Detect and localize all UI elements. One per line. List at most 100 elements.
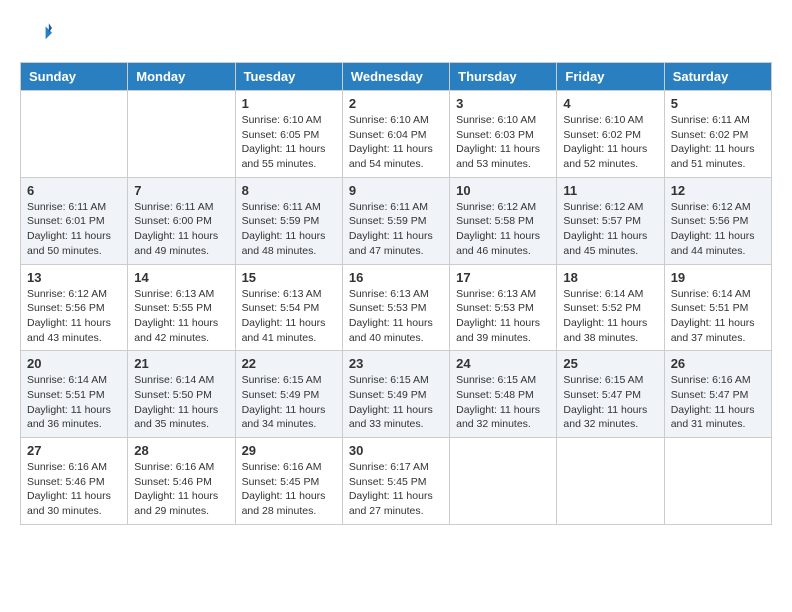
calendar-week-2: 6 Sunrise: 6:11 AMSunset: 6:01 PMDaylight… — [21, 177, 772, 264]
calendar-week-4: 20 Sunrise: 6:14 AMSunset: 5:51 PMDayligh… — [21, 351, 772, 438]
day-info: Sunrise: 6:11 AMSunset: 6:00 PMDaylight:… — [134, 200, 228, 259]
calendar-cell: 6 Sunrise: 6:11 AMSunset: 6:01 PMDaylight… — [21, 177, 128, 264]
day-number: 20 — [27, 356, 121, 371]
day-number: 5 — [671, 96, 765, 111]
day-info: Sunrise: 6:14 AMSunset: 5:51 PMDaylight:… — [671, 287, 765, 346]
day-number: 16 — [349, 270, 443, 285]
calendar-cell: 28 Sunrise: 6:16 AMSunset: 5:46 PMDayligh… — [128, 438, 235, 525]
calendar-cell: 11 Sunrise: 6:12 AMSunset: 5:57 PMDayligh… — [557, 177, 664, 264]
day-info: Sunrise: 6:15 AMSunset: 5:49 PMDaylight:… — [242, 373, 336, 432]
day-info: Sunrise: 6:11 AMSunset: 6:02 PMDaylight:… — [671, 113, 765, 172]
day-number: 2 — [349, 96, 443, 111]
calendar-cell: 21Sunrise: 6:14 AMSunset: 5:50 PMDayligh… — [128, 351, 235, 438]
day-info: Sunrise: 6:12 AMSunset: 5:56 PMDaylight:… — [671, 200, 765, 259]
day-info: Sunrise: 6:17 AMSunset: 5:45 PMDaylight:… — [349, 460, 443, 519]
day-number: 25 — [563, 356, 657, 371]
calendar-cell: 26 Sunrise: 6:16 AMSunset: 5:47 PMDayligh… — [664, 351, 771, 438]
day-info: Sunrise: 6:16 AMSunset: 5:46 PMDaylight:… — [134, 460, 228, 519]
day-number: 11 — [563, 183, 657, 198]
day-number: 30 — [349, 443, 443, 458]
weekday-header-wednesday: Wednesday — [342, 63, 449, 91]
calendar-cell: 25 Sunrise: 6:15 AMSunset: 5:47 PMDayligh… — [557, 351, 664, 438]
calendar-cell: 19 Sunrise: 6:14 AMSunset: 5:51 PMDayligh… — [664, 264, 771, 351]
calendar-cell: 29 Sunrise: 6:16 AMSunset: 5:45 PMDayligh… — [235, 438, 342, 525]
calendar-cell: 22Sunrise: 6:15 AMSunset: 5:49 PMDayligh… — [235, 351, 342, 438]
day-number: 26 — [671, 356, 765, 371]
calendar-cell: 30 Sunrise: 6:17 AMSunset: 5:45 PMDayligh… — [342, 438, 449, 525]
day-number: 18 — [563, 270, 657, 285]
calendar-week-1: 1 Sunrise: 6:10 AMSunset: 6:05 PMDaylight… — [21, 91, 772, 178]
day-number: 28 — [134, 443, 228, 458]
day-number: 10 — [456, 183, 550, 198]
page-header — [20, 20, 772, 52]
calendar-cell — [21, 91, 128, 178]
day-info: Sunrise: 6:12 AMSunset: 5:58 PMDaylight:… — [456, 200, 550, 259]
weekday-header-saturday: Saturday — [664, 63, 771, 91]
calendar-cell: 14 Sunrise: 6:13 AMSunset: 5:55 PMDayligh… — [128, 264, 235, 351]
calendar-table: SundayMondayTuesdayWednesdayThursdayFrid… — [20, 62, 772, 525]
calendar-cell: 8 Sunrise: 6:11 AMSunset: 5:59 PMDaylight… — [235, 177, 342, 264]
day-number: 13 — [27, 270, 121, 285]
day-info: Sunrise: 6:15 AMSunset: 5:48 PMDaylight:… — [456, 373, 550, 432]
day-info: Sunrise: 6:13 AMSunset: 5:53 PMDaylight:… — [456, 287, 550, 346]
calendar-cell: 4 Sunrise: 6:10 AMSunset: 6:02 PMDaylight… — [557, 91, 664, 178]
day-info: Sunrise: 6:12 AMSunset: 5:56 PMDaylight:… — [27, 287, 121, 346]
calendar-cell — [128, 91, 235, 178]
day-number: 14 — [134, 270, 228, 285]
calendar-cell: 16 Sunrise: 6:13 AMSunset: 5:53 PMDayligh… — [342, 264, 449, 351]
day-info: Sunrise: 6:13 AMSunset: 5:53 PMDaylight:… — [349, 287, 443, 346]
day-info: Sunrise: 6:15 AMSunset: 5:49 PMDaylight:… — [349, 373, 443, 432]
day-info: Sunrise: 6:14 AMSunset: 5:52 PMDaylight:… — [563, 287, 657, 346]
day-number: 9 — [349, 183, 443, 198]
day-number: 12 — [671, 183, 765, 198]
logo-icon — [20, 20, 52, 52]
calendar-cell: 17Sunrise: 6:13 AMSunset: 5:53 PMDayligh… — [450, 264, 557, 351]
day-number: 23 — [349, 356, 443, 371]
calendar-cell: 12 Sunrise: 6:12 AMSunset: 5:56 PMDayligh… — [664, 177, 771, 264]
day-number: 27 — [27, 443, 121, 458]
day-info: Sunrise: 6:12 AMSunset: 5:57 PMDaylight:… — [563, 200, 657, 259]
calendar-cell: 7 Sunrise: 6:11 AMSunset: 6:00 PMDaylight… — [128, 177, 235, 264]
day-info: Sunrise: 6:13 AMSunset: 5:54 PMDaylight:… — [242, 287, 336, 346]
calendar-cell: 1 Sunrise: 6:10 AMSunset: 6:05 PMDaylight… — [235, 91, 342, 178]
calendar-cell: 27 Sunrise: 6:16 AMSunset: 5:46 PMDayligh… — [21, 438, 128, 525]
calendar-cell: 13 Sunrise: 6:12 AMSunset: 5:56 PMDayligh… — [21, 264, 128, 351]
calendar-cell: 24Sunrise: 6:15 AMSunset: 5:48 PMDayligh… — [450, 351, 557, 438]
day-info: Sunrise: 6:16 AMSunset: 5:45 PMDaylight:… — [242, 460, 336, 519]
day-number: 8 — [242, 183, 336, 198]
calendar-cell: 15 Sunrise: 6:13 AMSunset: 5:54 PMDayligh… — [235, 264, 342, 351]
day-info: Sunrise: 6:10 AMSunset: 6:03 PMDaylight:… — [456, 113, 550, 172]
calendar-cell — [557, 438, 664, 525]
day-number: 19 — [671, 270, 765, 285]
weekday-header-sunday: Sunday — [21, 63, 128, 91]
calendar-cell: 20 Sunrise: 6:14 AMSunset: 5:51 PMDayligh… — [21, 351, 128, 438]
day-info: Sunrise: 6:10 AMSunset: 6:04 PMDaylight:… — [349, 113, 443, 172]
calendar-cell: 2 Sunrise: 6:10 AMSunset: 6:04 PMDaylight… — [342, 91, 449, 178]
day-info: Sunrise: 6:10 AMSunset: 6:02 PMDaylight:… — [563, 113, 657, 172]
day-info: Sunrise: 6:15 AMSunset: 5:47 PMDaylight:… — [563, 373, 657, 432]
day-info: Sunrise: 6:16 AMSunset: 5:46 PMDaylight:… — [27, 460, 121, 519]
day-number: 1 — [242, 96, 336, 111]
calendar-week-5: 27 Sunrise: 6:16 AMSunset: 5:46 PMDayligh… — [21, 438, 772, 525]
day-info: Sunrise: 6:11 AMSunset: 5:59 PMDaylight:… — [349, 200, 443, 259]
calendar-cell: 10 Sunrise: 6:12 AMSunset: 5:58 PMDayligh… — [450, 177, 557, 264]
day-info: Sunrise: 6:11 AMSunset: 6:01 PMDaylight:… — [27, 200, 121, 259]
day-info: Sunrise: 6:14 AMSunset: 5:50 PMDaylight:… — [134, 373, 228, 432]
calendar-cell: 9 Sunrise: 6:11 AMSunset: 5:59 PMDaylight… — [342, 177, 449, 264]
weekday-header-tuesday: Tuesday — [235, 63, 342, 91]
day-number: 6 — [27, 183, 121, 198]
day-number: 7 — [134, 183, 228, 198]
calendar-cell: 5 Sunrise: 6:11 AMSunset: 6:02 PMDaylight… — [664, 91, 771, 178]
weekday-header-thursday: Thursday — [450, 63, 557, 91]
weekday-header-row: SundayMondayTuesdayWednesdayThursdayFrid… — [21, 63, 772, 91]
weekday-header-friday: Friday — [557, 63, 664, 91]
day-info: Sunrise: 6:14 AMSunset: 5:51 PMDaylight:… — [27, 373, 121, 432]
day-info: Sunrise: 6:16 AMSunset: 5:47 PMDaylight:… — [671, 373, 765, 432]
day-number: 29 — [242, 443, 336, 458]
day-info: Sunrise: 6:10 AMSunset: 6:05 PMDaylight:… — [242, 113, 336, 172]
day-number: 4 — [563, 96, 657, 111]
day-number: 3 — [456, 96, 550, 111]
day-info: Sunrise: 6:13 AMSunset: 5:55 PMDaylight:… — [134, 287, 228, 346]
day-info: Sunrise: 6:11 AMSunset: 5:59 PMDaylight:… — [242, 200, 336, 259]
day-number: 15 — [242, 270, 336, 285]
